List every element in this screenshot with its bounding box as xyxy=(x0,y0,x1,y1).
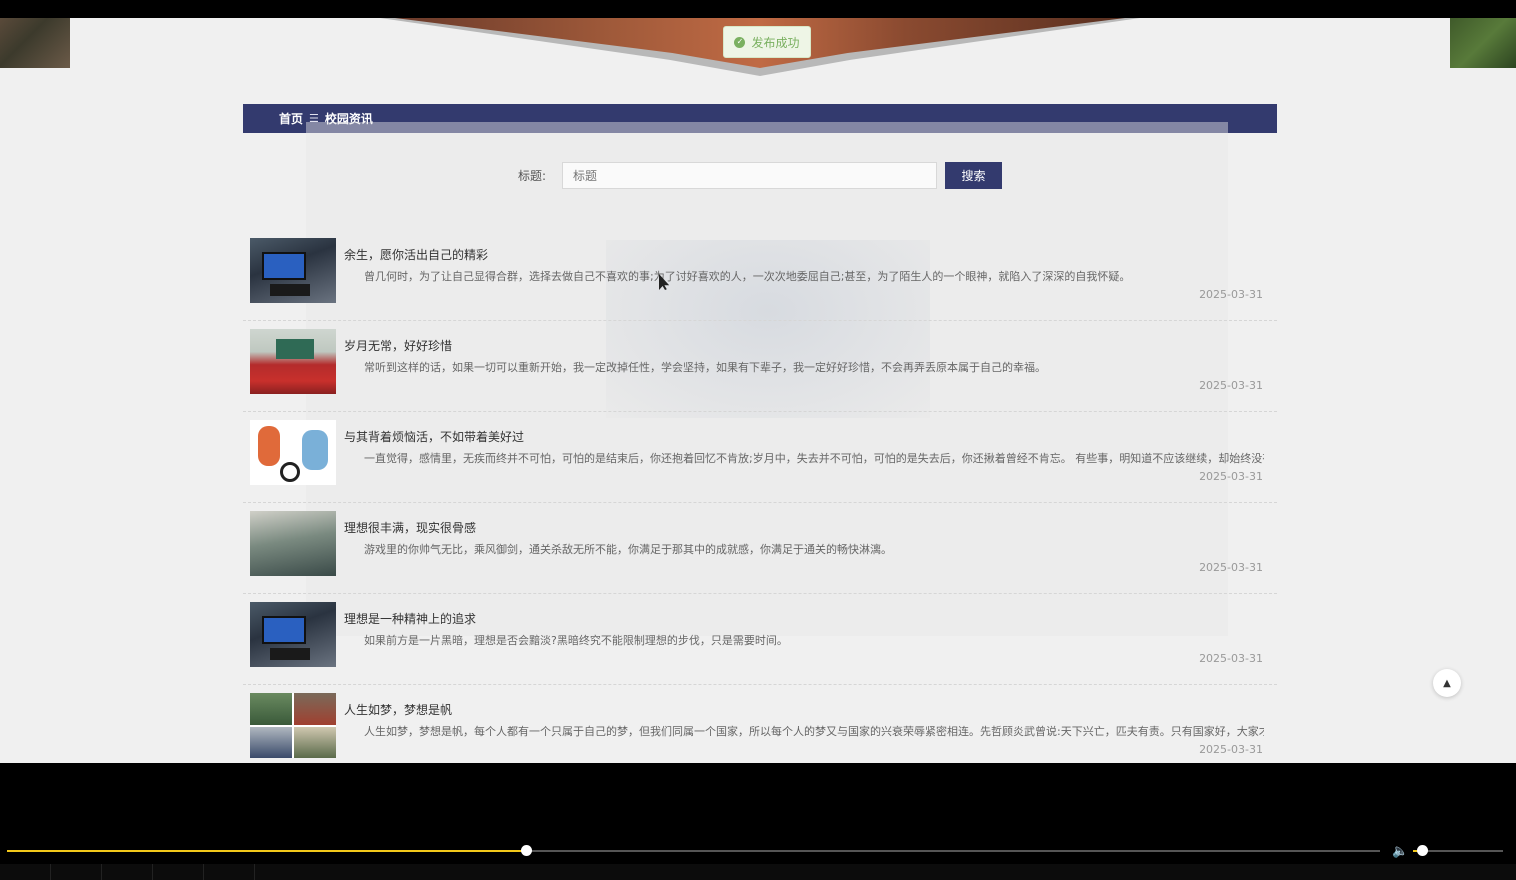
news-thumbnail[interactable] xyxy=(250,238,336,303)
news-title[interactable]: 与其背着烦恼活，不如带着美好过 xyxy=(344,428,524,445)
news-thumbnail[interactable] xyxy=(250,329,336,394)
breadcrumb-home[interactable]: 首页 xyxy=(279,110,303,127)
banner-image-left xyxy=(0,18,70,68)
news-thumbnail[interactable] xyxy=(250,693,336,758)
news-summary: 一直觉得，感情里，无疾而终并不可怕，可怕的是结束后，你还抱着回忆不肯放;岁月中，… xyxy=(364,452,1264,465)
title-search-input[interactable] xyxy=(562,162,937,189)
news-title[interactable]: 余生，愿你活出自己的精彩 xyxy=(344,246,488,263)
toast-text: 发布成功 xyxy=(751,35,800,50)
news-item[interactable]: 与其背着烦恼活，不如带着美好过 一直觉得，感情里，无疾而终并不可怕，可怕的是结束… xyxy=(243,412,1277,503)
news-thumbnail[interactable] xyxy=(250,511,336,576)
news-thumbnail[interactable] xyxy=(250,602,336,667)
news-summary: 曾几何时，为了让自己显得合群，选择去做自己不喜欢的事;为了讨好喜欢的人，一次次地… xyxy=(364,270,1131,283)
volume-handle[interactable] xyxy=(1417,845,1428,856)
news-item[interactable]: 人生如梦，梦想是帆 人生如梦，梦想是帆，每个人都有一个只属于自己的梦，但我们同属… xyxy=(243,685,1277,763)
news-date: 2025-03-31 xyxy=(1199,288,1263,301)
player-bottom-strip xyxy=(0,864,1516,880)
seek-bar[interactable] xyxy=(7,845,1380,856)
banner-image-right xyxy=(1450,18,1516,68)
news-summary: 游戏里的你帅气无比，乘风御剑，通关杀敌无所不能，你满足于那其中的成就感，你满足于… xyxy=(364,543,892,556)
volume-slider[interactable] xyxy=(1413,845,1503,856)
news-summary: 常听到这样的话，如果一切可以重新开始，我一定改掉任性，学会坚持，如果有下辈子，我… xyxy=(364,361,1046,374)
check-circle-icon: ✓ xyxy=(734,36,746,48)
news-title[interactable]: 理想很丰满，现实很骨感 xyxy=(344,519,476,536)
news-summary: 如果前方是一片黑暗，理想是否会黯淡?黑暗终究不能限制理想的步伐，只是需要时间。 xyxy=(364,634,788,647)
news-title[interactable]: 岁月无常，好好珍惜 xyxy=(344,337,452,354)
news-summary: 人生如梦，梦想是帆，每个人都有一个只属于自己的梦，但我们同属一个国家，所以每个人… xyxy=(364,725,1264,738)
caret-up-icon: ▲ xyxy=(1443,677,1451,689)
search-bar: 标题: 搜索 xyxy=(518,162,1002,189)
video-frame: ✓ 发布成功 首页 ☰ 校园资讯 标题: 搜索 余生，愿你活出自己的精彩 曾几何… xyxy=(0,0,1516,880)
news-date: 2025-03-31 xyxy=(1199,652,1263,665)
speaker-icon[interactable]: 🔈 xyxy=(1392,844,1408,859)
news-date: 2025-03-31 xyxy=(1199,743,1263,756)
news-title[interactable]: 人生如梦，梦想是帆 xyxy=(344,701,452,718)
news-item[interactable]: 理想是一种精神上的追求 如果前方是一片黑暗，理想是否会黯淡?黑暗终究不能限制理想… xyxy=(243,594,1277,685)
news-item[interactable]: 理想很丰满，现实很骨感 游戏里的你帅气无比，乘风御剑，通关杀敌无所不能，你满足于… xyxy=(243,503,1277,594)
news-item[interactable]: 岁月无常，好好珍惜 常听到这样的话，如果一切可以重新开始，我一定改掉任性，学会坚… xyxy=(243,321,1277,412)
search-label: 标题: xyxy=(518,169,547,183)
news-list: 余生，愿你活出自己的精彩 曾几何时，为了让自己显得合群，选择去做自己不喜欢的事;… xyxy=(243,230,1277,763)
news-title[interactable]: 理想是一种精神上的追求 xyxy=(344,610,476,627)
browser-viewport: ✓ 发布成功 首页 ☰ 校园资讯 标题: 搜索 余生，愿你活出自己的精彩 曾几何… xyxy=(0,18,1516,763)
news-date: 2025-03-31 xyxy=(1199,561,1263,574)
news-item[interactable]: 余生，愿你活出自己的精彩 曾几何时，为了让自己显得合群，选择去做自己不喜欢的事;… xyxy=(243,230,1277,321)
search-button[interactable]: 搜索 xyxy=(945,162,1002,189)
news-date: 2025-03-31 xyxy=(1199,470,1263,483)
back-to-top-button[interactable]: ▲ xyxy=(1433,669,1461,697)
news-thumbnail[interactable] xyxy=(250,420,336,485)
seek-bar-handle[interactable] xyxy=(520,845,532,856)
news-date: 2025-03-31 xyxy=(1199,379,1263,392)
seek-bar-progress xyxy=(7,850,526,852)
success-toast: ✓ 发布成功 xyxy=(723,26,811,58)
